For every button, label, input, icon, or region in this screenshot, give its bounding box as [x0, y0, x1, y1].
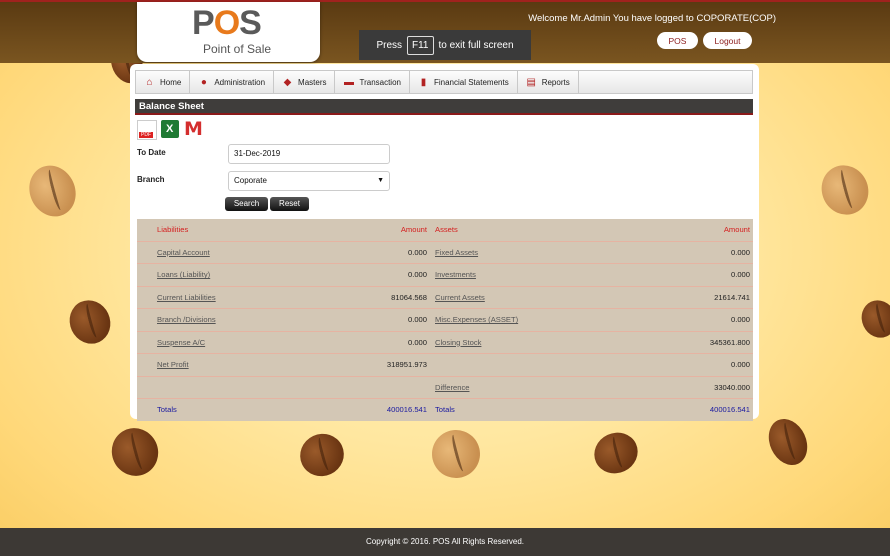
logout-button[interactable]: Logout [703, 32, 752, 49]
nav-item-transaction[interactable]: ▬ Transaction [335, 71, 410, 93]
to-date-label: To Date [137, 148, 166, 157]
asset-amount: 0.000 [585, 263, 753, 287]
branch-select[interactable]: Coporate ▼ [228, 171, 390, 191]
logo-wordmark: POS [192, 4, 262, 42]
liabilities-total: 400016.541 [386, 405, 427, 415]
table-row: Loans (Liability) 0.000 Investments 0.00… [137, 263, 753, 287]
asset-amount: 21614.741 [585, 286, 753, 309]
branch-label: Branch [137, 175, 165, 184]
asset-link[interactable]: Difference [435, 383, 469, 392]
nav-item-reports[interactable]: ▤ Reports [518, 71, 579, 93]
coffee-bean-decoration [587, 425, 645, 481]
fullscreen-post-text: to exit full screen [438, 39, 514, 51]
nav-label: Home [160, 77, 182, 87]
totals-label: Totals [435, 405, 455, 415]
pos-button[interactable]: POS [657, 32, 698, 49]
page-title: Balance Sheet [135, 99, 753, 115]
home-icon: ⌂ [146, 76, 153, 88]
nav-label: Administration [214, 77, 266, 87]
liability-link[interactable]: Suspense A/C [157, 338, 205, 347]
asset-link[interactable]: Investments [435, 270, 476, 279]
main-panel: ⌂ Home ● Administration ◆ Masters ▬ Tran… [130, 64, 759, 421]
liability-link[interactable]: Net Profit [157, 360, 189, 369]
fullscreen-notice: Press F11 to exit full screen [359, 30, 531, 60]
assets-total: 400016.541 [709, 405, 750, 415]
liability-link[interactable]: Capital Account [157, 248, 210, 257]
main-nav-bar: ⌂ Home ● Administration ◆ Masters ▬ Tran… [135, 70, 753, 94]
car-icon: ▬ [343, 76, 354, 88]
document-icon: ▮ [420, 76, 427, 88]
asset-amount: 345361.800 [585, 331, 753, 354]
liability-amount: 81064.568 [307, 286, 431, 309]
coffee-bean-decoration [813, 157, 877, 223]
nav-item-financial-statements[interactable]: ▮ Financial Statements [410, 71, 518, 93]
asset-link[interactable]: Misc.Expenses (ASSET) [435, 315, 518, 324]
table-row: Difference 33040.000 [137, 376, 753, 399]
table-row: Branch /Divisions 0.000 Misc.Expenses (A… [137, 308, 753, 332]
table-header-row: Liabilities Amount Assets Amount [137, 219, 753, 242]
pdf-icon[interactable] [137, 120, 157, 140]
assets-header: Assets [431, 219, 585, 242]
nav-label: Reports [541, 77, 570, 87]
logo: POS Point of Sale [137, 2, 320, 62]
branch-value: Coporate [234, 176, 267, 185]
asset-link[interactable]: Fixed Assets [435, 248, 478, 257]
nav-label: Financial Statements [433, 77, 509, 87]
coffee-bean-decoration [293, 426, 351, 484]
to-date-input[interactable]: 31-Dec-2019 [228, 144, 390, 164]
liability-amount: 0.000 [307, 241, 431, 264]
coffee-bean-decoration [104, 420, 166, 484]
asset-amount: 33040.000 [585, 376, 753, 399]
footer: Copyright © 2016. POS All Rights Reserve… [0, 528, 890, 556]
asset-link[interactable]: Current Assets [435, 293, 485, 302]
coffee-bean-decoration [761, 412, 815, 472]
coffee-bean-decoration [21, 157, 84, 225]
liabilities-header: Liabilities [157, 219, 307, 242]
balance-sheet-table: Liabilities Amount Assets Amount Capital… [137, 219, 753, 421]
users-icon: ● [200, 76, 207, 88]
asset-amount: 0.000 [585, 353, 753, 377]
liability-link[interactable]: Current Liabilities [157, 293, 216, 302]
nav-item-administration[interactable]: ● Administration [190, 71, 275, 93]
nav-label: Transaction [359, 77, 401, 87]
excel-icon[interactable] [161, 120, 179, 138]
reset-button[interactable]: Reset [270, 197, 309, 211]
report-icon: ▤ [526, 76, 536, 88]
table-row: Net Profit 318951.973 0.000 [137, 353, 753, 377]
totals-label: Totals [157, 405, 177, 415]
asset-amount: 0.000 [585, 308, 753, 332]
nav-label: Masters [298, 77, 327, 87]
amount-header: Amount [307, 219, 431, 242]
asset-link[interactable]: Closing Stock [435, 338, 481, 347]
table-row: Current Liabilities 81064.568 Current As… [137, 286, 753, 309]
liability-amount: 0.000 [307, 263, 431, 287]
fullscreen-pre-text: Press [376, 39, 402, 51]
welcome-message: Welcome Mr.Admin You have logged to COPO… [528, 13, 776, 24]
liability-amount [307, 376, 431, 399]
logo-subtitle: Point of Sale [203, 42, 272, 56]
nav-item-home[interactable]: ⌂ Home [136, 71, 191, 93]
liability-amount: 318951.973 [307, 353, 431, 377]
nav-item-masters[interactable]: ◆ Masters [274, 71, 336, 93]
coffee-bean-decoration [855, 294, 890, 344]
table-row: Suspense A/C 0.000 Closing Stock 345361.… [137, 331, 753, 354]
table-row: Capital Account 0.000 Fixed Assets 0.000 [137, 241, 753, 264]
gmail-icon[interactable]: M [184, 120, 203, 139]
top-header-bar: POS Point of Sale Press F11 to exit full… [0, 0, 890, 63]
shield-icon: ◆ [283, 76, 292, 88]
liability-link[interactable]: Branch /Divisions [157, 315, 216, 324]
liability-link[interactable]: Loans (Liability) [157, 270, 210, 279]
asset-amount: 0.000 [585, 241, 753, 264]
f11-key: F11 [407, 35, 434, 55]
coffee-bean-decoration [62, 293, 118, 351]
amount-header: Amount [585, 219, 753, 242]
liability-amount: 0.000 [307, 331, 431, 354]
liability-amount: 0.000 [307, 308, 431, 332]
totals-row: Totals 400016.541 Totals 400016.541 [137, 399, 753, 421]
chevron-down-icon: ▼ [377, 177, 384, 184]
coffee-bean-decoration [424, 422, 488, 486]
search-button[interactable]: Search [225, 197, 268, 211]
